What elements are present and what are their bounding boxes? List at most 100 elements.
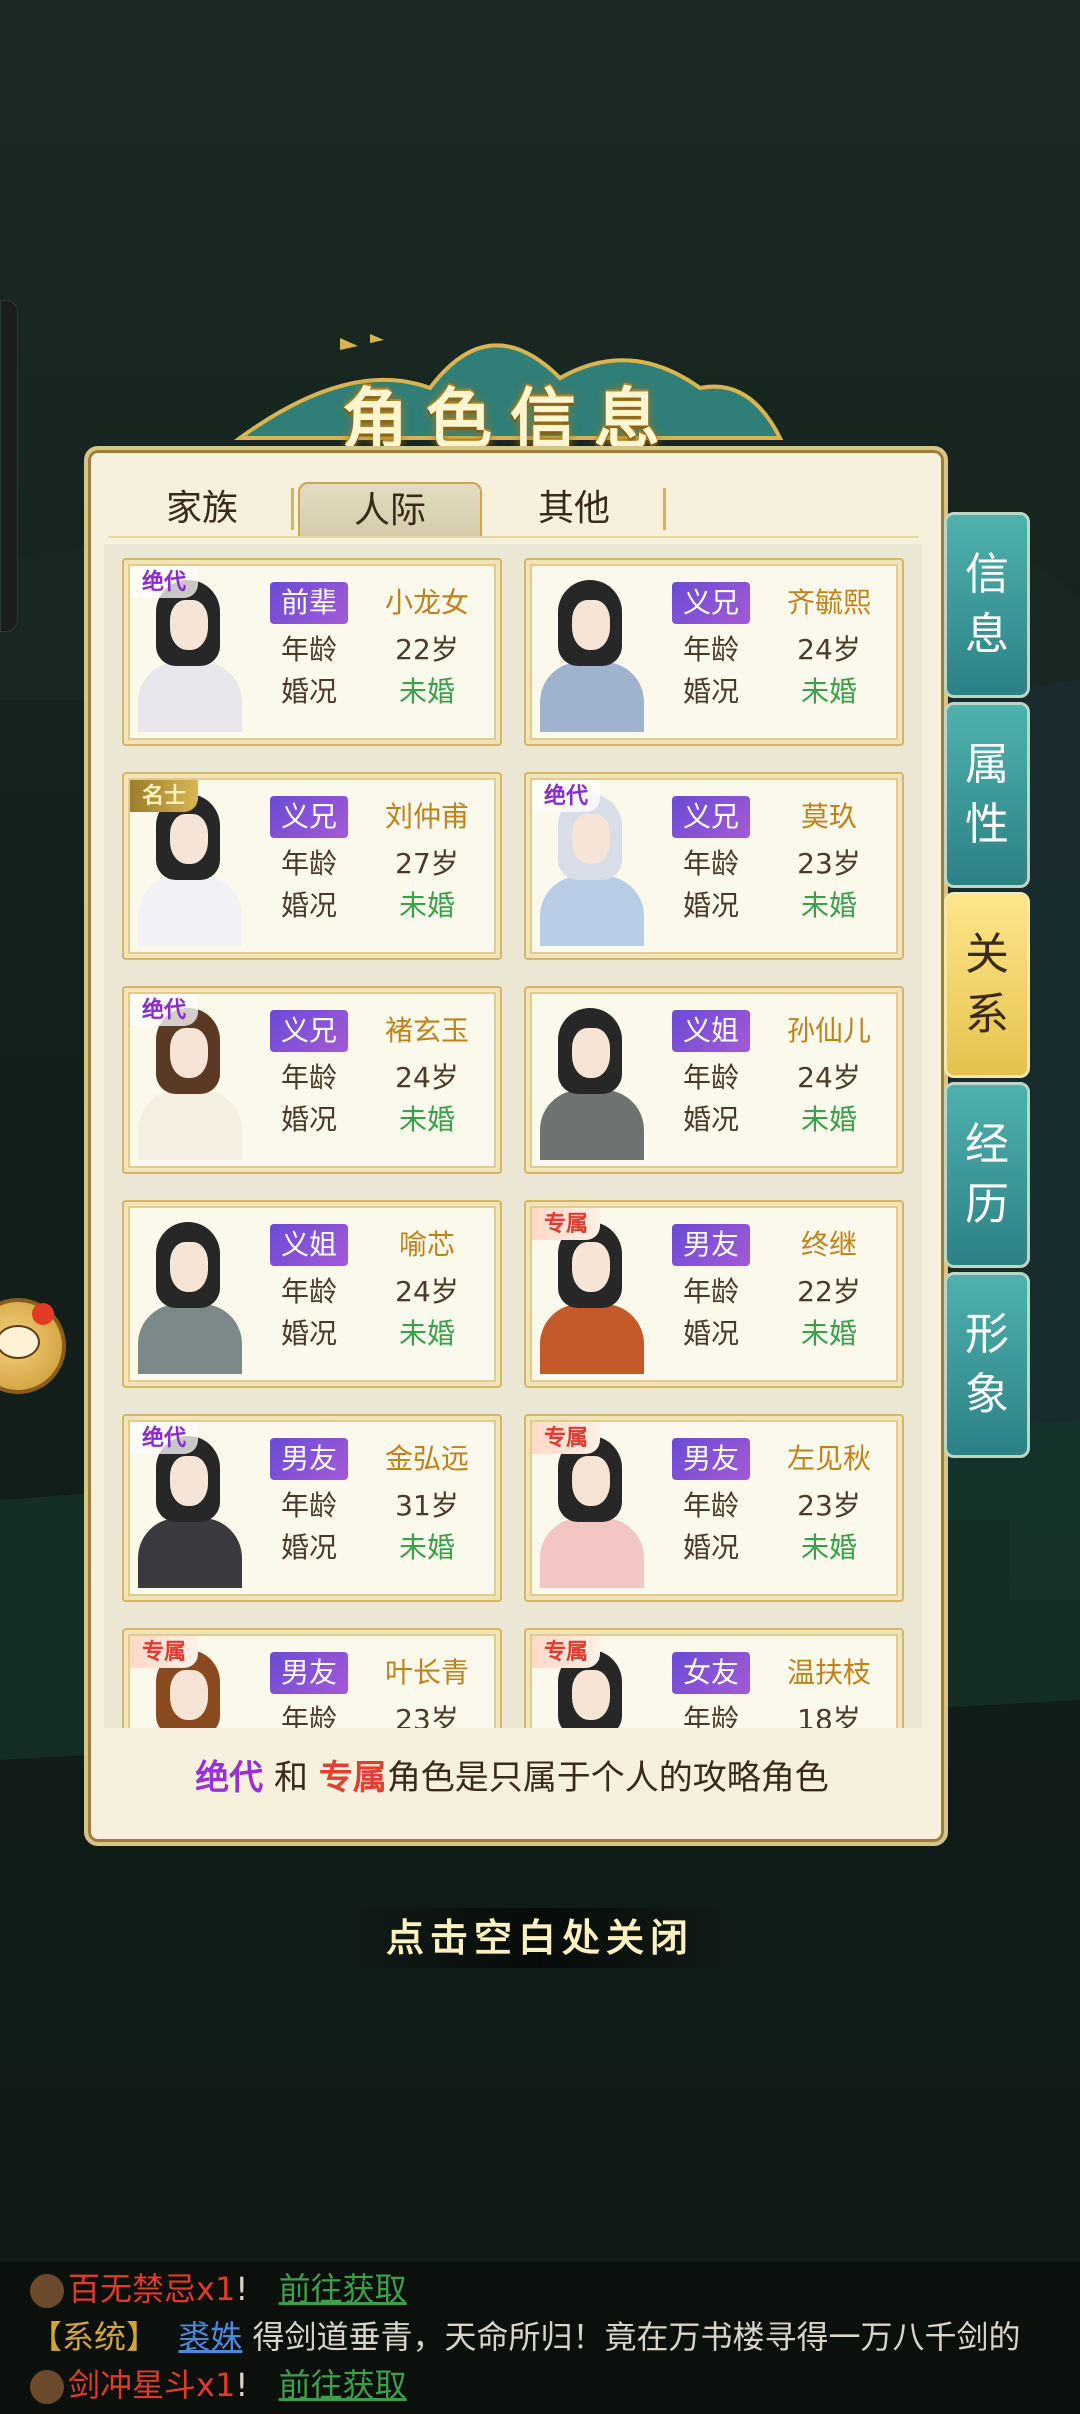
age-label: 年龄 — [682, 633, 739, 666]
character-portrait: 绝代 — [130, 994, 246, 1160]
rarity-badge: 绝代 — [532, 780, 601, 812]
item-icon — [30, 2274, 64, 2308]
age-label: 年龄 — [682, 1489, 739, 1522]
character-card[interactable]: 绝代 义兄 莫玖 年龄 23岁 婚况 未婚 — [524, 772, 904, 960]
character-card[interactable]: 专属 男友 终继 年龄 22岁 婚况 未婚 — [524, 1200, 904, 1388]
side-tab-char: 历 — [965, 1179, 1009, 1230]
marriage-value: 未婚 — [398, 889, 455, 922]
relation-tag: 义兄 — [672, 582, 750, 624]
relation-tag: 男友 — [270, 1438, 348, 1480]
age-value: 22岁 — [797, 1275, 861, 1308]
rarity-badge: 绝代 — [130, 566, 199, 598]
tab-label: 家族 — [165, 488, 238, 529]
age-value: 27岁 — [395, 847, 459, 880]
item-name: 百无禁忌x1 — [68, 2270, 236, 2308]
age-value: 31岁 — [395, 1489, 459, 1522]
tab-other[interactable]: 其他 — [484, 482, 666, 534]
user-link[interactable]: 裘姝 — [178, 2318, 242, 2356]
side-tab-char: 形 — [965, 1309, 1009, 1360]
rarity-badge: 专属 — [130, 1636, 199, 1668]
character-card[interactable]: 绝代 义兄 褚玄玉 年龄 24岁 婚况 未婚 — [122, 986, 502, 1174]
age-label: 年龄 — [280, 633, 337, 666]
age-label: 年龄 — [682, 1703, 739, 1728]
marriage-value: 未婚 — [398, 675, 455, 708]
relation-tag: 义姐 — [270, 1224, 348, 1266]
age-label: 年龄 — [280, 1703, 337, 1728]
character-card[interactable]: 义姐 孙仙儿 年龄 24岁 婚况 未婚 — [524, 986, 904, 1174]
chat-line: 剑冲星斗x1! 前往获取 — [0, 2360, 407, 2410]
side-tab-history[interactable]: 经 历 — [944, 1082, 1030, 1268]
side-tab-char: 系 — [965, 989, 1009, 1040]
character-card[interactable]: 专属 男友 左见秋 年龄 23岁 婚况 未婚 — [524, 1414, 904, 1602]
relation-tag: 男友 — [270, 1652, 348, 1694]
marriage-value: 未婚 — [800, 1317, 857, 1350]
tab-family[interactable]: 家族 — [112, 482, 294, 534]
age-label: 年龄 — [682, 847, 739, 880]
age-label: 年龄 — [682, 1275, 739, 1308]
title-banner: 角色信息 — [230, 318, 790, 458]
side-tab-char: 性 — [965, 799, 1009, 850]
relation-tag: 义兄 — [270, 796, 348, 838]
character-portrait: 专属 — [532, 1208, 648, 1374]
character-card[interactable]: 义兄 齐毓熙 年龄 24岁 婚况 未婚 — [524, 558, 904, 746]
character-name: 褚玄玉 — [384, 1014, 469, 1047]
marriage-label: 婚况 — [280, 889, 337, 922]
character-card[interactable]: 专属 男友 叶长青 年龄 23岁 — [122, 1628, 502, 1728]
character-portrait — [532, 994, 648, 1160]
note-and: 和 — [274, 1758, 308, 1798]
marriage-label: 婚况 — [682, 1103, 739, 1136]
character-name: 左见秋 — [786, 1442, 871, 1475]
character-name: 莫玖 — [800, 800, 857, 833]
character-name: 温扶枝 — [786, 1656, 871, 1689]
character-portrait: 绝代 — [130, 566, 246, 732]
character-portrait: 专属 — [130, 1636, 246, 1728]
relation-tag: 义兄 — [270, 1010, 348, 1052]
age-value: 18岁 — [797, 1703, 861, 1728]
rarity-badge: 专属 — [532, 1636, 601, 1668]
chat-bang: ! — [235, 2366, 249, 2404]
relation-tag: 女友 — [672, 1652, 750, 1694]
age-label: 年龄 — [280, 1489, 337, 1522]
tab-relations[interactable]: 人际 — [298, 482, 482, 536]
marriage-value: 未婚 — [800, 1531, 857, 1564]
side-tab-relations[interactable]: 关 系 — [944, 892, 1030, 1078]
character-list[interactable]: 绝代 前辈 小龙女 年龄 22岁 婚况 未婚 义兄 齐毓熙 年龄 24岁 婚况 … — [104, 544, 922, 1728]
character-portrait: 绝代 — [130, 1422, 246, 1588]
character-card[interactable]: 义姐 喻芯 年龄 24岁 婚况 未婚 — [122, 1200, 502, 1388]
rarity-badge: 专属 — [532, 1422, 601, 1454]
get-link[interactable]: 前往获取 — [279, 2270, 407, 2308]
left-side-handle[interactable] — [0, 300, 18, 632]
age-value: 23岁 — [797, 847, 861, 880]
system-message: 得剑道垂青，天命所归！竟在万书楼寻得一万八千剑的 — [252, 2318, 1021, 2356]
character-card[interactable]: 绝代 男友 金弘远 年龄 31岁 婚况 未婚 — [122, 1414, 502, 1602]
age-label: 年龄 — [280, 1275, 337, 1308]
marriage-label: 婚况 — [280, 1103, 337, 1136]
marriage-label: 婚况 — [280, 1531, 337, 1564]
side-tab-char: 象 — [965, 1369, 1009, 1420]
tab-divider — [108, 536, 918, 538]
age-value: 24岁 — [395, 1061, 459, 1094]
character-card[interactable]: 绝代 前辈 小龙女 年龄 22岁 婚况 未婚 — [122, 558, 502, 746]
character-portrait: 专属 — [532, 1636, 648, 1728]
side-tab-appearance[interactable]: 形 象 — [944, 1272, 1030, 1458]
chat-line: 【系统】 裘姝 得剑道垂青，天命所归！竟在万书楼寻得一万八千剑的 — [30, 2312, 1021, 2362]
side-tab-attributes[interactable]: 属 性 — [944, 702, 1030, 888]
character-card[interactable]: 专属 女友 温扶枝 年龄 18岁 — [524, 1628, 904, 1728]
side-tab-char: 息 — [965, 609, 1009, 660]
marriage-value: 未婚 — [398, 1103, 455, 1136]
close-hint[interactable]: 点击空白处关闭 — [350, 1908, 730, 1968]
relation-tag: 义姐 — [672, 1010, 750, 1052]
side-tab-info[interactable]: 信 息 — [944, 512, 1030, 698]
character-name: 喻芯 — [398, 1228, 455, 1261]
marriage-label: 婚况 — [280, 1317, 337, 1350]
character-card[interactable]: 名士 义兄 刘仲甫 年龄 27岁 婚况 未婚 — [122, 772, 502, 960]
character-name: 金弘远 — [384, 1442, 469, 1475]
note-zs-tag: 专属 — [318, 1758, 387, 1798]
get-link[interactable]: 前往获取 — [279, 2366, 407, 2404]
item-name: 剑冲星斗x1 — [68, 2366, 236, 2404]
side-tab-char: 关 — [965, 929, 1009, 980]
age-value: 23岁 — [395, 1703, 459, 1728]
tab-label: 人际 — [353, 490, 426, 531]
character-portrait — [532, 566, 648, 732]
marriage-value: 未婚 — [800, 889, 857, 922]
